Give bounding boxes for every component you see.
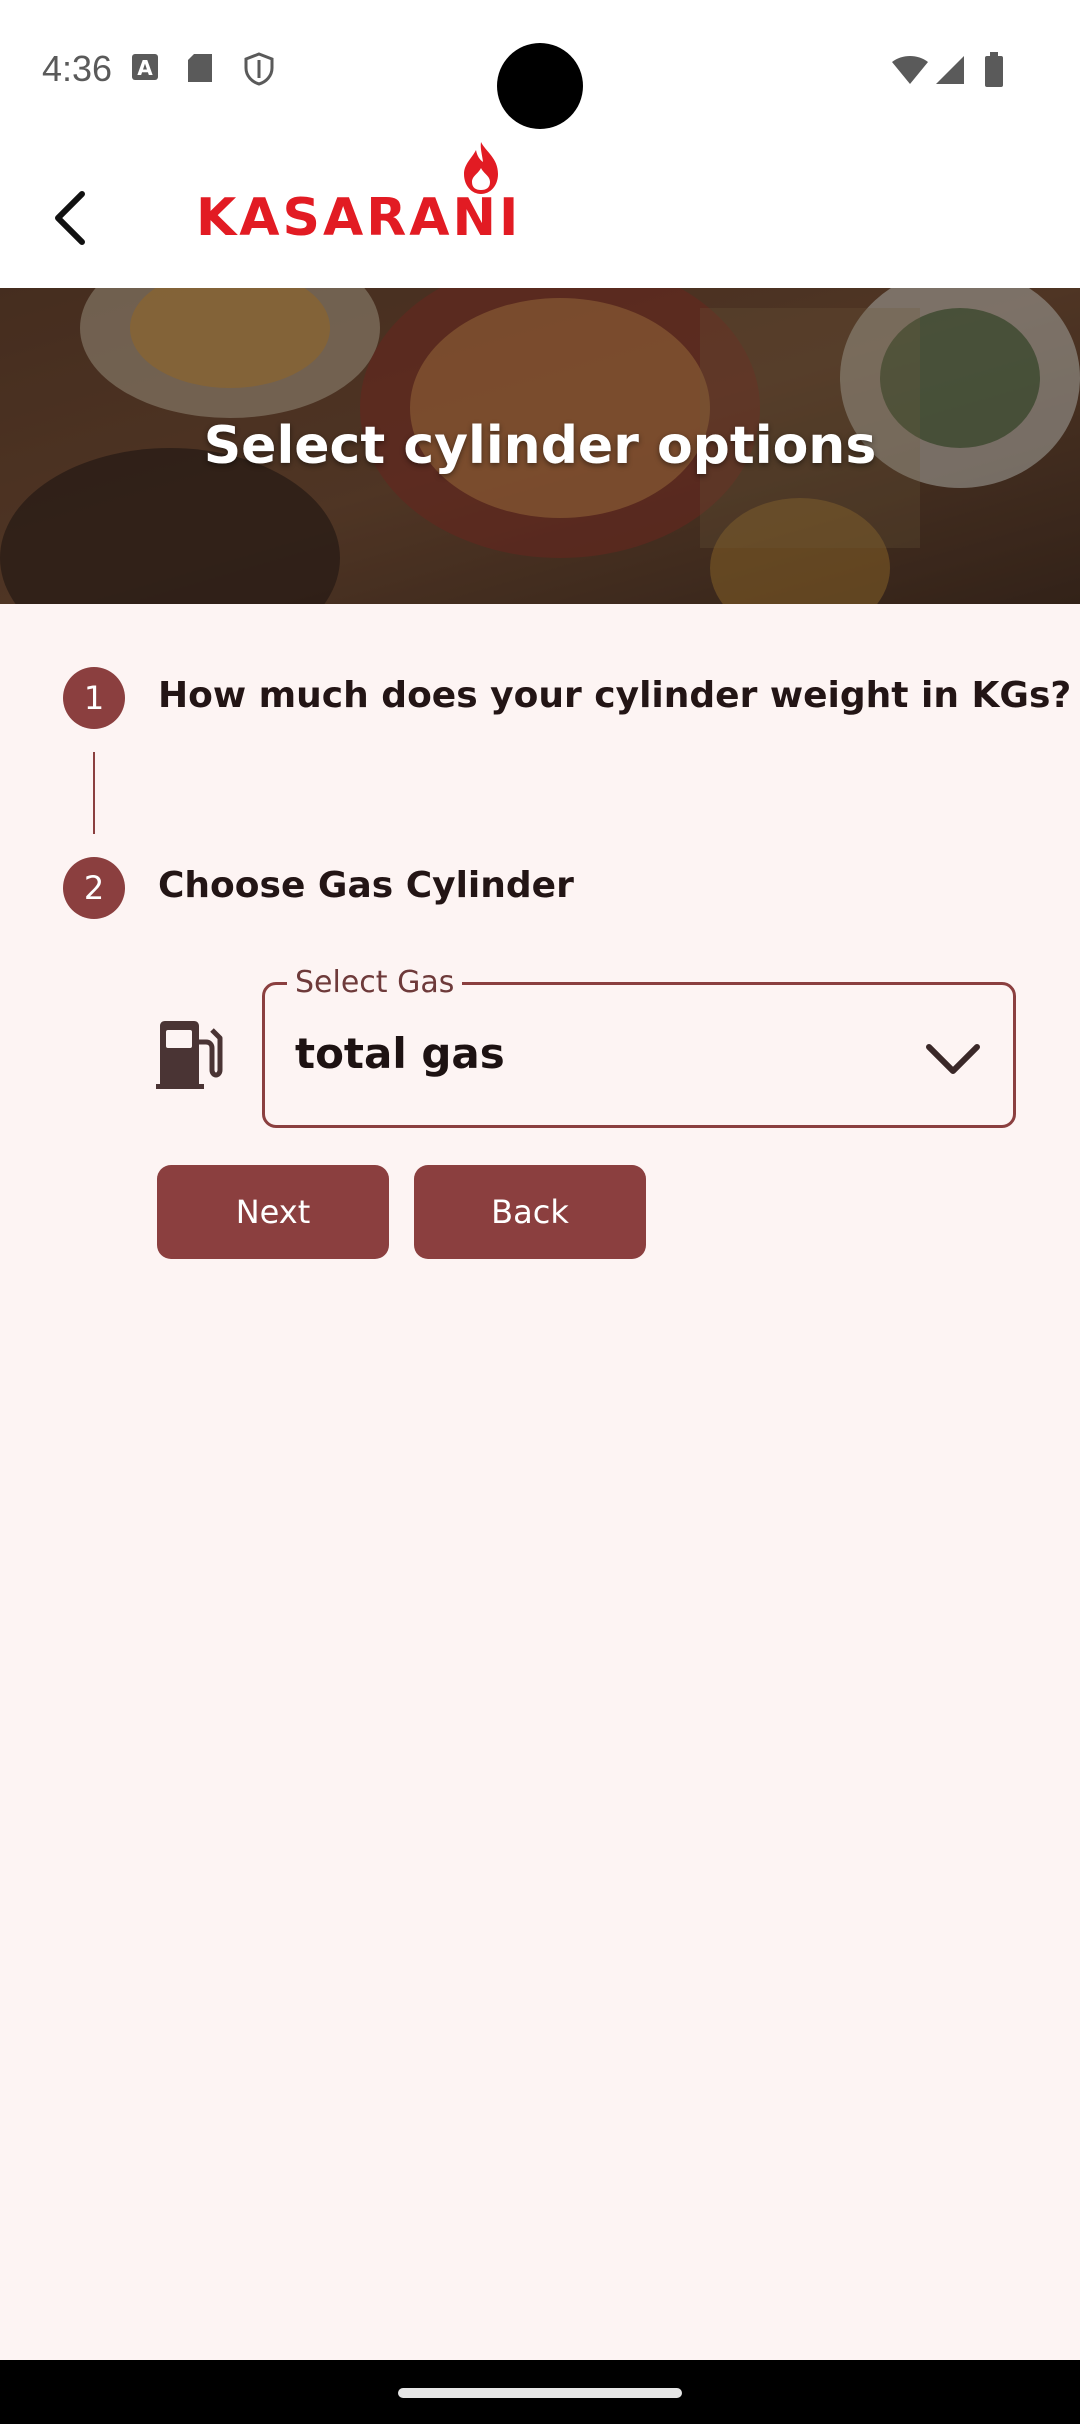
page-title: Select cylinder options bbox=[203, 416, 877, 476]
brand-name: KASARANI bbox=[196, 188, 522, 248]
svg-text:A: A bbox=[137, 56, 153, 80]
hero-banner: Select cylinder options bbox=[0, 288, 1080, 604]
brand-logo: KASARANI bbox=[196, 140, 518, 250]
gas-select-dropdown[interactable]: Select Gas total gas bbox=[262, 965, 1016, 1128]
gas-select-label: Select Gas bbox=[287, 965, 463, 1000]
step-2-indicator[interactable]: 2 bbox=[63, 857, 125, 919]
system-nav-bar bbox=[0, 2360, 1080, 2424]
status-time: 4:36 bbox=[42, 48, 113, 89]
chevron-down-icon[interactable] bbox=[923, 1039, 983, 1079]
home-gesture-handle[interactable] bbox=[398, 2388, 682, 2398]
wifi-icon bbox=[892, 56, 928, 84]
back-arrow-icon[interactable] bbox=[44, 186, 96, 250]
battery-icon bbox=[985, 52, 1003, 87]
step-2-title[interactable]: Choose Gas Cylinder bbox=[158, 865, 574, 906]
gas-pump-icon bbox=[156, 1021, 223, 1089]
camera-cutout bbox=[497, 43, 583, 129]
shield-icon bbox=[244, 52, 274, 86]
gas-select-value[interactable]: total gas bbox=[295, 1029, 505, 1078]
step-1-title[interactable]: How much does your cylinder weight in KG… bbox=[158, 675, 1071, 716]
a-box-icon: A bbox=[132, 54, 158, 80]
status-bar: 4:36 A bbox=[0, 0, 1080, 140]
app-bar: KASARANI bbox=[0, 140, 1080, 288]
next-button[interactable]: Next bbox=[157, 1165, 389, 1259]
signal-icon bbox=[936, 56, 964, 84]
back-button[interactable]: Back bbox=[414, 1165, 646, 1259]
step-connector bbox=[93, 752, 95, 834]
step-1-indicator[interactable]: 1 bbox=[63, 667, 125, 729]
sd-card-icon bbox=[188, 54, 212, 82]
